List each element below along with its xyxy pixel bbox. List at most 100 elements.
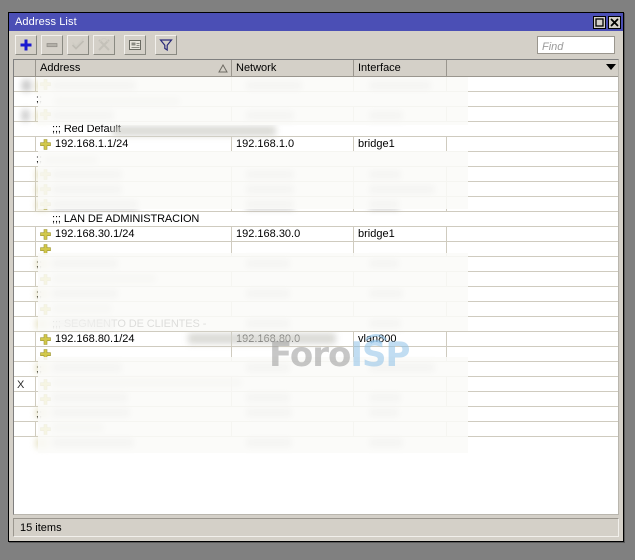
toolbar xyxy=(9,31,623,59)
comment-row[interactable]: ;;; LAN DE ADMINISTRACION xyxy=(14,212,618,227)
address-cross-icon xyxy=(40,168,51,180)
row-flag-cell xyxy=(14,257,36,271)
address-table: Address Network Interface ;; ;;; Red Defa… xyxy=(13,59,619,515)
comment-marker: ;; xyxy=(36,259,43,270)
column-header-address[interactable]: Address xyxy=(36,60,232,76)
column-header-extra[interactable] xyxy=(447,60,618,76)
cell-address xyxy=(36,272,232,286)
cell-network xyxy=(232,377,354,391)
comment-text xyxy=(36,407,618,421)
table-row[interactable] xyxy=(14,422,618,437)
address-cross-icon xyxy=(40,378,51,390)
table-header: Address Network Interface xyxy=(14,60,618,77)
cell-address xyxy=(36,377,232,391)
row-flag-cell xyxy=(14,407,36,421)
table-row[interactable] xyxy=(14,167,618,182)
comment-marker: ;; xyxy=(36,289,43,300)
cell-interface: bridge1 xyxy=(354,137,447,151)
comment-row[interactable]: ;; xyxy=(14,152,618,167)
table-row[interactable] xyxy=(14,392,618,407)
cell-extra xyxy=(447,332,618,346)
comment-row[interactable]: ;; xyxy=(14,362,618,377)
cell-extra xyxy=(447,167,618,181)
comment-button[interactable] xyxy=(124,35,146,55)
row-flag-cell xyxy=(14,272,36,286)
chevron-down-icon[interactable] xyxy=(606,64,616,70)
cell-network: 192.168.80.0 xyxy=(232,332,354,346)
cell-interface xyxy=(354,302,447,316)
row-flag-cell xyxy=(14,182,36,196)
table-row[interactable] xyxy=(14,182,618,197)
cell-interface xyxy=(354,347,447,361)
find-field-wrapper[interactable] xyxy=(537,36,615,55)
table-row[interactable]: 192.168.80.1/24 192.168.80.0 vlan800 xyxy=(14,332,618,347)
column-header-network-label: Network xyxy=(236,62,277,74)
comment-row[interactable]: ;; xyxy=(14,287,618,302)
cell-network xyxy=(232,272,354,286)
table-row[interactable]: 192.168.30.1/24 192.168.30.0 bridge1 xyxy=(14,227,618,242)
comment-row[interactable]: ;;; Red Default xyxy=(14,122,618,137)
table-row[interactable] xyxy=(14,107,618,122)
comment-row[interactable]: ;; xyxy=(14,257,618,272)
row-flag-cell xyxy=(14,302,36,316)
column-header-flag[interactable] xyxy=(14,60,36,76)
cell-extra xyxy=(447,227,618,241)
address-text: 192.168.30.1/24 xyxy=(55,228,135,240)
item-count-label: 15 items xyxy=(20,521,62,534)
maximize-button[interactable] xyxy=(593,15,606,29)
address-cross-icon xyxy=(40,273,51,285)
table-row[interactable] xyxy=(14,242,618,257)
cell-interface xyxy=(354,77,447,91)
table-body[interactable]: ;; ;;; Red Default 192.168.1.1/24 192.168.1… xyxy=(14,77,618,514)
cell-address xyxy=(36,242,232,256)
cell-network xyxy=(232,107,354,121)
row-flag-cell xyxy=(14,362,36,376)
table-row[interactable]: 192.168.1.1/24 192.168.1.0 bridge1 xyxy=(14,137,618,152)
filter-button[interactable] xyxy=(155,35,177,55)
comment-row[interactable]: ;; xyxy=(14,92,618,107)
cell-address xyxy=(36,77,232,91)
cell-network xyxy=(232,167,354,181)
column-header-network[interactable]: Network xyxy=(232,60,354,76)
comment-row[interactable]: ;;; SEGMENTO DE CLIENTES - xyxy=(14,317,618,332)
maximize-icon xyxy=(595,17,604,27)
cell-address xyxy=(36,392,232,406)
address-cross-icon xyxy=(40,198,51,210)
address-cross-icon xyxy=(40,333,51,345)
cross-icon xyxy=(98,38,110,51)
address-cross-icon xyxy=(40,78,51,90)
column-header-interface[interactable]: Interface xyxy=(354,60,447,76)
remove-button[interactable] xyxy=(41,35,63,55)
row-flag-cell: X xyxy=(14,377,36,391)
address-list-window: Address List Find Address Network Interf… xyxy=(8,12,624,542)
table-row[interactable] xyxy=(14,302,618,317)
table-row[interactable]: X xyxy=(14,377,618,392)
cell-interface: vlan800 xyxy=(354,332,447,346)
disable-button[interactable] xyxy=(93,35,115,55)
cell-address xyxy=(36,422,232,436)
cell-address xyxy=(36,302,232,316)
row-flag-cell xyxy=(14,122,36,136)
cell-network xyxy=(232,242,354,256)
enable-button[interactable] xyxy=(67,35,89,55)
add-button[interactable] xyxy=(15,35,37,55)
cell-interface xyxy=(354,197,447,211)
row-flag-cell xyxy=(14,242,36,256)
row-flag-cell xyxy=(14,77,36,91)
table-row[interactable] xyxy=(14,197,618,212)
cell-interface xyxy=(354,422,447,436)
close-button[interactable] xyxy=(608,15,621,29)
row-flag-cell xyxy=(14,287,36,301)
address-cross-icon xyxy=(40,138,51,150)
table-row[interactable] xyxy=(14,77,618,92)
comment-marker: ;; xyxy=(36,409,43,420)
comment-text xyxy=(36,287,618,301)
cell-interface xyxy=(354,107,447,121)
cell-address xyxy=(36,167,232,181)
comment-row[interactable]: ;; xyxy=(14,407,618,422)
table-row[interactable] xyxy=(14,347,618,362)
title-bar[interactable]: Address List xyxy=(9,13,623,31)
search-input[interactable] xyxy=(538,39,614,55)
close-icon xyxy=(610,18,619,26)
table-row[interactable] xyxy=(14,272,618,287)
